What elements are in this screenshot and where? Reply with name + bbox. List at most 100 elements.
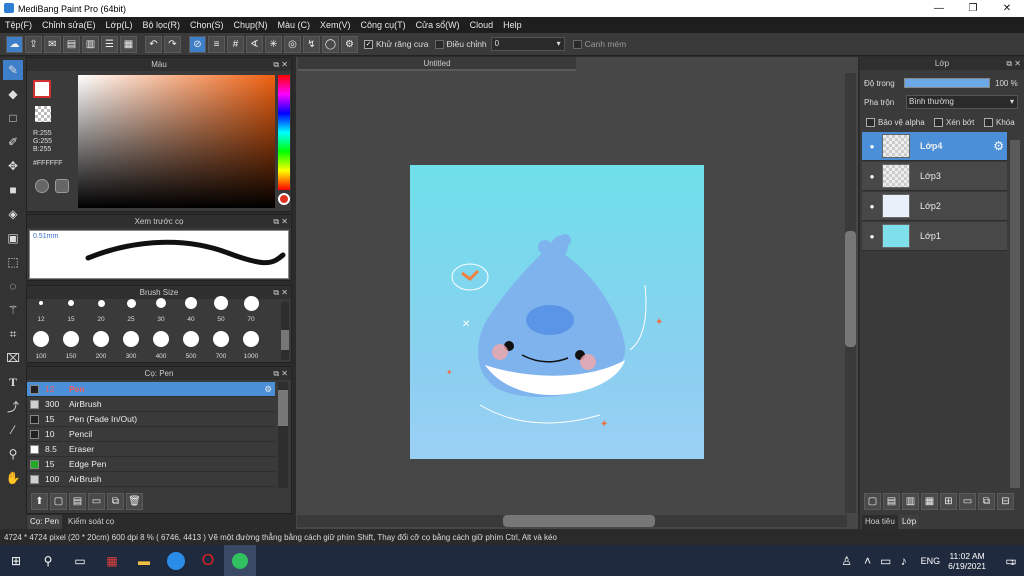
brush-size-dot[interactable] <box>213 331 229 347</box>
new-halftone-layer-icon[interactable]: ▤ <box>883 492 900 510</box>
layer-tab[interactable]: Lớp <box>899 515 920 529</box>
visibility-icon[interactable]: ● <box>862 202 882 211</box>
clipping-checkbox[interactable] <box>934 118 943 127</box>
canvas-vscrollbar[interactable] <box>845 73 856 513</box>
panel-menu-icon[interactable]: ⧉ ✕ <box>273 286 288 299</box>
redo-icon[interactable]: ↷ <box>164 35 181 53</box>
brush-size-dot[interactable] <box>68 300 74 306</box>
volume-icon[interactable]: ♪ <box>895 545 913 576</box>
brush-size-dot[interactable] <box>39 301 43 305</box>
trash-icon[interactable]: 🗑 <box>126 492 143 510</box>
bucket-tool-icon[interactable]: ◈ <box>3 204 23 224</box>
circle-snap-icon[interactable]: ◯ <box>322 35 339 53</box>
new-1bit-layer-icon[interactable]: ▦ <box>921 492 938 510</box>
comment-icon[interactable]: ✉ <box>44 35 61 53</box>
opacity-slider[interactable] <box>904 78 990 88</box>
blend-select[interactable]: Bình thường ▾ <box>906 95 1018 109</box>
brush-size-dot[interactable] <box>214 296 228 310</box>
magic-wand-tool-icon[interactable]: ⚚ <box>3 300 23 320</box>
lasso-tool-icon[interactable]: ◌ <box>3 276 23 296</box>
text-tool-icon[interactable]: T <box>3 372 23 392</box>
concentric-snap-icon[interactable]: ◎ <box>284 35 301 53</box>
brush-size-dot[interactable] <box>93 331 109 347</box>
file-explorer-icon[interactable]: ▬ <box>128 545 160 576</box>
zalo-icon[interactable] <box>160 545 192 576</box>
duplicate-icon[interactable]: ⧉ <box>107 492 124 510</box>
menu-capture[interactable]: Chụp(N) <box>229 20 273 30</box>
brush-list-item[interactable]: 15 Pen (Fade In/Out) <box>27 412 275 427</box>
brush-list-item[interactable]: 10 Pencil <box>27 427 275 442</box>
panel-menu-icon[interactable]: ⧉ ✕ <box>1006 57 1021 70</box>
brush-size-dot[interactable] <box>126 298 136 308</box>
brush-size-dot[interactable] <box>63 331 79 347</box>
windows-start-icon[interactable]: ⊞ <box>0 545 32 576</box>
menu-help[interactable]: Help <box>498 20 527 30</box>
brush-size-dot[interactable] <box>97 299 105 307</box>
undo-icon[interactable]: ↶ <box>145 35 162 53</box>
menu-filter[interactable]: Bộ lọc(R) <box>137 20 185 30</box>
brush-settings-icon[interactable]: ▤ <box>69 492 86 510</box>
share-icon[interactable]: ⇪ <box>25 35 42 53</box>
brush-list-scrollbar[interactable] <box>278 382 288 488</box>
brush-size-dot[interactable] <box>243 331 259 347</box>
maximize-button[interactable]: ❐ <box>956 0 990 17</box>
brush-size-dot[interactable] <box>156 298 166 308</box>
menu-window[interactable]: Cửa sổ(W) <box>411 20 465 30</box>
people-icon[interactable]: ♙ <box>835 545 859 576</box>
brush-tab-control[interactable]: Kiểm soát cọ <box>65 515 118 529</box>
menu-tools[interactable]: Công cụ(T) <box>356 20 411 30</box>
pen-tool-icon[interactable]: ✐ <box>3 132 23 152</box>
document-tab[interactable]: Untitled <box>298 57 576 71</box>
search-icon[interactable]: ⚲ <box>32 545 64 576</box>
gradient-tool-icon[interactable]: ▣ <box>3 228 23 248</box>
app-grid-icon[interactable]: ▦ <box>96 545 128 576</box>
minimize-button[interactable]: — <box>922 0 956 17</box>
operation-tool-icon[interactable]: ⤴ <box>3 396 23 416</box>
crosshatch-snap-icon[interactable]: # <box>227 35 244 53</box>
sv-picker[interactable] <box>78 75 275 208</box>
move-tool-icon[interactable]: ✥ <box>3 156 23 176</box>
panel-menu-icon[interactable]: ⧉ ✕ <box>273 58 288 71</box>
select-pen-tool-icon[interactable]: ⌗ <box>3 324 23 344</box>
palette-settings-icon[interactable] <box>55 179 69 193</box>
chat-icon[interactable]: ▤ <box>63 35 80 53</box>
new-8bit-layer-icon[interactable]: ▥ <box>902 492 919 510</box>
notification-icon[interactable]: ▭ 1 <box>996 545 1024 576</box>
folder-icon[interactable]: ▭ <box>959 492 976 510</box>
brush-size-dot[interactable] <box>33 331 49 347</box>
merge-down-icon[interactable]: ⊟ <box>997 492 1014 510</box>
curve-snap-icon[interactable]: ↯ <box>303 35 320 53</box>
clock-time[interactable]: 11:02 AM <box>949 551 984 561</box>
add-brush-icon[interactable]: ⬆ <box>31 492 48 510</box>
menu-view[interactable]: Xem(V) <box>315 20 356 30</box>
brush-list-item[interactable]: 300 AirBrush <box>27 397 275 412</box>
menu-cloud[interactable]: Cloud <box>465 20 499 30</box>
panel-menu-icon[interactable]: ⧉ ✕ <box>273 215 288 228</box>
parallel-snap-icon[interactable]: ≡ <box>208 35 225 53</box>
duplicate-layer-icon[interactable]: ⧉ <box>978 492 995 510</box>
protect-alpha-checkbox[interactable] <box>866 118 875 127</box>
eraser-tool-icon[interactable]: ◆ <box>3 84 23 104</box>
eyedropper-tool-icon[interactable]: ⚲ <box>3 444 23 464</box>
menu-file[interactable]: Tệp(F) <box>0 20 37 30</box>
brush-size-dot[interactable] <box>243 295 259 311</box>
vanishing-point-icon[interactable]: ∢ <box>246 35 263 53</box>
scrollbar[interactable] <box>281 302 289 360</box>
layer-row-4[interactable]: ● Lớp4 ⚙ <box>862 132 1007 161</box>
brush-list-item[interactable]: 12 Pen ⚙ <box>27 382 275 397</box>
settings-icon[interactable]: ⚙ <box>341 35 358 53</box>
layer-row-3[interactable]: ● Lớp3 <box>862 162 1007 191</box>
grid-icon[interactable]: ▦ <box>120 35 137 53</box>
visibility-icon[interactable]: ● <box>862 172 882 181</box>
brush-size-dot[interactable] <box>185 297 197 309</box>
hue-slider[interactable] <box>278 75 290 190</box>
hue-handle[interactable] <box>278 193 290 205</box>
fill-rect-tool-icon[interactable]: ■ <box>3 180 23 200</box>
correction-checkbox[interactable] <box>434 39 444 49</box>
antialias-checkbox[interactable]: ✓ <box>364 39 373 49</box>
radial-snap-icon[interactable]: ✳ <box>265 35 282 53</box>
navigator-tab[interactable]: Hoa tiêu <box>862 515 898 529</box>
folder-icon[interactable]: ▭ <box>88 492 105 510</box>
language-indicator[interactable]: ENG <box>921 556 941 566</box>
brush-tab-pen[interactable]: Cọ: Pen <box>27 515 62 529</box>
